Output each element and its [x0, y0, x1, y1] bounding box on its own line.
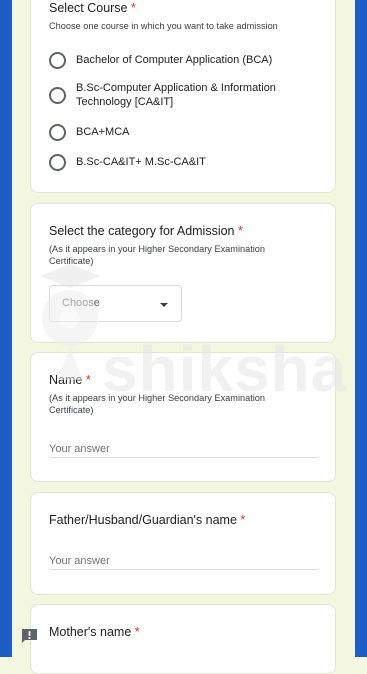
- left-blue-border: [0, 0, 12, 657]
- option-label: BCA+MCA: [76, 126, 130, 138]
- radio-button[interactable]: [49, 87, 66, 104]
- guardian-title: Father/Husband/Guardian's name *: [49, 513, 246, 527]
- option-label: B.Sc-CA&IT+ M.Sc-CA&IT: [76, 156, 206, 168]
- course-option-bsc-msc[interactable]: B.Sc-CA&IT+ M.Sc-CA&IT: [49, 154, 286, 171]
- required-mark: *: [131, 1, 136, 15]
- right-blue-border: [355, 0, 367, 657]
- feedback-icon[interactable]: [21, 628, 38, 644]
- course-title: Select Course *: [49, 1, 136, 15]
- required-mark: *: [134, 625, 140, 639]
- mother-card: Mother's name *: [30, 604, 336, 674]
- guardian-input[interactable]: [49, 552, 319, 570]
- radio-button[interactable]: [49, 52, 66, 69]
- category-card: Select the category for Admission * (As …: [30, 203, 336, 343]
- category-help: (As it appears in your Higher Secondary …: [49, 244, 266, 266]
- caret-down-icon: [160, 303, 168, 307]
- option-label: Bachelor of Computer Application (BCA): [76, 54, 273, 66]
- dropdown-value: Choose: [62, 297, 100, 309]
- course-option-bca[interactable]: Bachelor of Computer Application (BCA): [49, 52, 286, 69]
- guardian-card: Father/Husband/Guardian's name *: [30, 492, 336, 595]
- category-title: Select the category for Admission *: [49, 224, 243, 238]
- radio-button[interactable]: [49, 124, 66, 141]
- required-mark: *: [240, 513, 246, 527]
- mother-title: Mother's name *: [49, 625, 140, 639]
- course-help: Choose one course in which you want to t…: [49, 21, 278, 31]
- name-input[interactable]: [49, 440, 319, 458]
- required-mark: *: [85, 373, 91, 387]
- name-card: Name * (As it appears in your Higher Sec…: [30, 352, 336, 482]
- required-mark: *: [238, 224, 243, 238]
- course-card: Select Course * Choose one course in whi…: [30, 0, 336, 193]
- option-label: B.Sc-Computer Application & Information …: [76, 82, 276, 108]
- name-help: (As it appears in your Higher Secondary …: [49, 393, 266, 415]
- course-option-bca-mca[interactable]: BCA+MCA: [49, 124, 286, 141]
- category-dropdown[interactable]: Choose: [49, 285, 182, 322]
- course-option-bsc-ca-it[interactable]: B.Sc-Computer Application & Information …: [49, 81, 286, 109]
- name-title: Name *: [49, 373, 91, 387]
- radio-button[interactable]: [49, 154, 66, 171]
